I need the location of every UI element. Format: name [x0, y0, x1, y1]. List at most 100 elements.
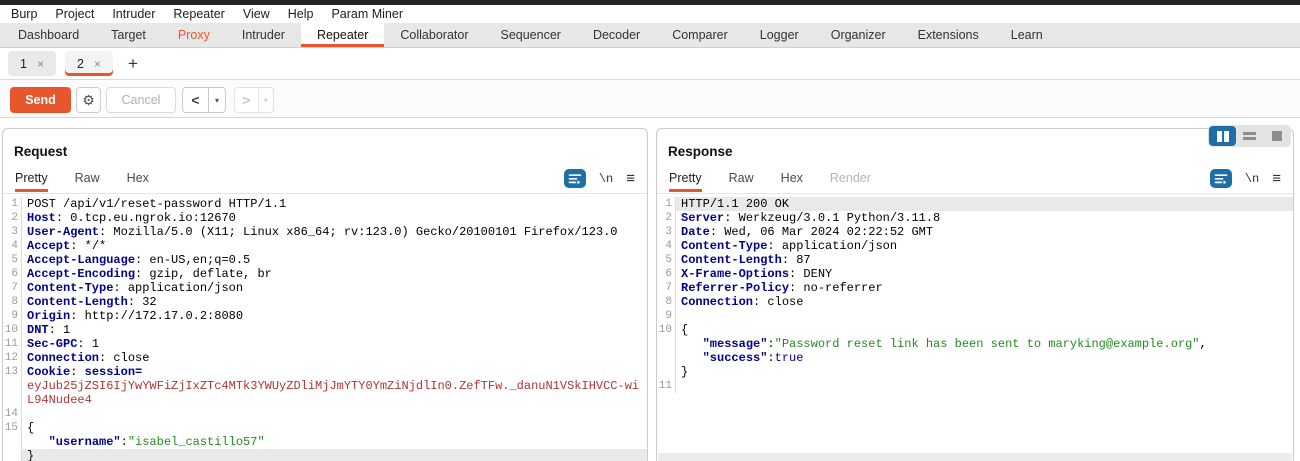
side-by-side-icon	[1217, 131, 1222, 142]
editor-menu-icon[interactable]: ≡	[626, 171, 635, 186]
main-tab-collaborator[interactable]: Collaborator	[384, 23, 484, 47]
history-forward-icon[interactable]: >	[235, 92, 258, 108]
main-tab-extensions[interactable]: Extensions	[902, 23, 995, 47]
editor-menu-icon[interactable]: ≡	[1272, 171, 1281, 186]
main-tab-organizer[interactable]: Organizer	[815, 23, 902, 47]
menu-item-repeater[interactable]: Repeater	[164, 7, 233, 21]
line-number	[657, 351, 676, 365]
main-tab-logger[interactable]: Logger	[744, 23, 815, 47]
code-line: 1POST /api/v1/reset-password HTTP/1.1	[3, 197, 647, 211]
line-number: 6	[3, 267, 22, 281]
close-tab-icon[interactable]: ×	[94, 58, 101, 70]
history-forward-split-button[interactable]: > ▾	[234, 87, 274, 113]
pretty-print-toggle-icon[interactable]	[1210, 169, 1232, 188]
menu-item-help[interactable]: Help	[279, 7, 323, 21]
history-back-icon[interactable]: <	[183, 92, 208, 108]
line-number: 15	[3, 421, 22, 435]
menu-item-burp[interactable]: Burp	[2, 7, 46, 21]
request-editor[interactable]: 1POST /api/v1/reset-password HTTP/1.12Ho…	[3, 193, 647, 461]
code-line: "message":"Password reset link has been …	[657, 337, 1293, 351]
main-tab-intruder[interactable]: Intruder	[226, 23, 301, 47]
menu-item-project[interactable]: Project	[46, 7, 103, 21]
line-number: 8	[657, 295, 676, 309]
code-text: Content-Type: application/json	[22, 281, 647, 295]
code-text: DNT: 1	[22, 323, 647, 337]
tab-raw[interactable]: Raw	[729, 171, 754, 192]
code-line: 12Connection: close	[3, 351, 647, 365]
code-line: }	[657, 365, 1293, 379]
gear-icon: ⚙	[82, 92, 95, 108]
code-line: 8Connection: close	[657, 295, 1293, 309]
code-text: "username":"isabel_castillo57"	[22, 435, 647, 449]
code-line: 10DNT: 1	[3, 323, 647, 337]
close-tab-icon[interactable]: ×	[37, 58, 44, 70]
code-text	[22, 407, 647, 421]
code-line: }	[3, 449, 647, 461]
pretty-print-toggle-icon[interactable]	[564, 169, 586, 188]
code-text: HTTP/1.1 200 OK	[676, 197, 1293, 211]
code-line: "success":true	[657, 351, 1293, 365]
main-tab-learn[interactable]: Learn	[995, 23, 1059, 47]
code-text: "message":"Password reset link has been …	[676, 337, 1293, 351]
menu-item-intruder[interactable]: Intruder	[103, 7, 164, 21]
menu-item-view[interactable]: View	[234, 7, 279, 21]
code-text: Accept: */*	[22, 239, 647, 253]
code-line: 6Accept-Encoding: gzip, deflate, br	[3, 267, 647, 281]
toolbar: Send ⚙ Cancel < ▾ > ▾	[0, 80, 1300, 118]
history-back-split-button[interactable]: < ▾	[182, 87, 226, 113]
code-line: 7Referrer-Policy: no-referrer	[657, 281, 1293, 295]
repeater-item-tab-bar: 1× 2× +	[0, 48, 1300, 80]
repeater-tab-2[interactable]: 2×	[65, 51, 113, 76]
code-line: 11Sec-GPC: 1	[3, 337, 647, 351]
main-tab-decoder[interactable]: Decoder	[577, 23, 656, 47]
tab-hex[interactable]: Hex	[781, 171, 803, 192]
main-tab-sequencer[interactable]: Sequencer	[484, 23, 576, 47]
stacked-icon	[1243, 132, 1256, 140]
line-number: 11	[3, 337, 22, 351]
main-tab-repeater[interactable]: Repeater	[301, 23, 384, 47]
layout-single-button[interactable]	[1263, 126, 1290, 146]
tab-hex[interactable]: Hex	[127, 171, 149, 192]
code-line: 8Content-Length: 32	[3, 295, 647, 309]
code-line: 5Accept-Language: en-US,en;q=0.5	[3, 253, 647, 267]
code-line: 4Accept: */*	[3, 239, 647, 253]
settings-gear-button[interactable]: ⚙	[76, 87, 101, 113]
menu-item-param-miner[interactable]: Param Miner	[322, 7, 412, 21]
tab-pretty[interactable]: Pretty	[15, 171, 48, 192]
tab-raw[interactable]: Raw	[75, 171, 100, 192]
line-number: 12	[3, 351, 22, 365]
response-editor[interactable]: 1HTTP/1.1 200 OK2Server: Werkzeug/3.0.1 …	[657, 193, 1293, 461]
horizontal-scrollbar[interactable]	[658, 453, 1292, 461]
line-number: 4	[657, 239, 676, 253]
tab-render[interactable]: Render	[830, 171, 871, 192]
newline-toggle-icon[interactable]: \n	[599, 172, 613, 186]
code-text: eyJub25jZSI6IjYwYWFiZjIxZTc4MTk3YWUyZDli…	[22, 379, 647, 407]
layout-stacked-button[interactable]	[1236, 126, 1263, 146]
repeater-tab-1[interactable]: 1×	[8, 51, 56, 76]
send-button[interactable]: Send	[10, 87, 71, 113]
main-tab-target[interactable]: Target	[95, 23, 162, 47]
line-number: 3	[657, 225, 676, 239]
new-repeater-tab-button[interactable]: +	[128, 55, 138, 72]
main-tab-comparer[interactable]: Comparer	[656, 23, 744, 47]
code-text: Content-Length: 87	[676, 253, 1293, 267]
main-tab-proxy[interactable]: Proxy	[162, 23, 226, 47]
newline-toggle-icon[interactable]: \n	[1245, 172, 1259, 186]
history-forward-dropdown-icon[interactable]: ▾	[259, 96, 273, 105]
code-line: 2Server: Werkzeug/3.0.1 Python/3.11.8	[657, 211, 1293, 225]
line-number: 3	[3, 225, 22, 239]
code-line: 9Origin: http://172.17.0.2:8080	[3, 309, 647, 323]
code-text: Sec-GPC: 1	[22, 337, 647, 351]
line-number: 5	[657, 253, 676, 267]
layout-side-by-side-button[interactable]	[1209, 126, 1236, 146]
code-text: Content-Type: application/json	[676, 239, 1293, 253]
cancel-button[interactable]: Cancel	[106, 87, 176, 113]
line-number: 2	[3, 211, 22, 225]
code-line: 15{	[3, 421, 647, 435]
main-tab-dashboard[interactable]: Dashboard	[2, 23, 95, 47]
line-number: 1	[3, 197, 22, 211]
code-text: Host: 0.tcp.eu.ngrok.io:12670	[22, 211, 647, 225]
history-back-dropdown-icon[interactable]: ▾	[209, 96, 225, 105]
tab-pretty[interactable]: Pretty	[669, 171, 702, 192]
main-tab-bar: DashboardTargetProxyIntruderRepeaterColl…	[0, 23, 1300, 48]
